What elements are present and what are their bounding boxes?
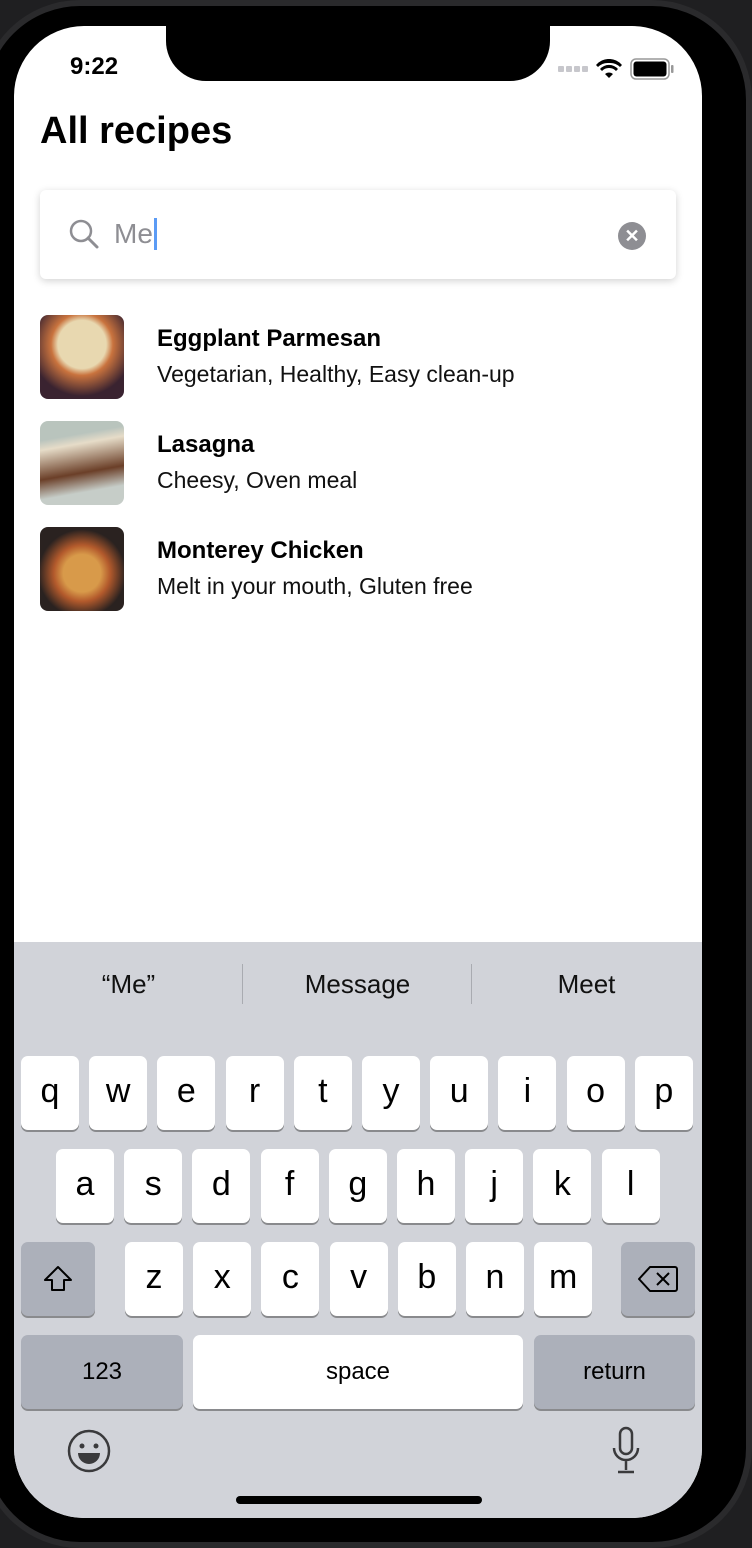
key-c[interactable]: c <box>261 1242 320 1316</box>
key-x[interactable]: x <box>193 1242 252 1316</box>
key-h[interactable]: h <box>397 1149 455 1223</box>
screen: 9:22 All recipes Me ✕ Eggplant Parmesan … <box>14 26 702 1518</box>
key-l[interactable]: l <box>601 1149 660 1223</box>
key-e[interactable]: e <box>157 1056 216 1130</box>
space-key[interactable]: space <box>193 1335 523 1409</box>
recipe-tags: Melt in your mouth, Gluten free <box>157 573 473 599</box>
wifi-icon <box>596 59 622 78</box>
key-i[interactable]: i <box>498 1056 557 1130</box>
backspace-key[interactable] <box>621 1242 695 1316</box>
key-y[interactable]: y <box>362 1056 420 1130</box>
emoji-icon[interactable] <box>66 1428 112 1474</box>
shift-key[interactable] <box>21 1242 95 1316</box>
signal-icon <box>558 66 588 72</box>
key-n[interactable]: n <box>466 1242 524 1316</box>
key-m[interactable]: m <box>534 1242 593 1316</box>
recipe-tags: Cheesy, Oven meal <box>157 467 358 493</box>
key-d[interactable]: d <box>192 1149 251 1223</box>
key-s[interactable]: s <box>124 1149 183 1223</box>
key-r[interactable]: r <box>225 1056 284 1130</box>
list-item[interactable]: Lasagna Cheesy, Oven meal <box>40 421 680 505</box>
keyboard: “Me” Message Meet qwertyuiop asdfghjkl zxc… <box>14 942 702 1518</box>
notch <box>166 26 550 81</box>
key-a[interactable]: a <box>56 1149 114 1223</box>
recipe-name: Eggplant Parmesan <box>157 325 382 352</box>
recipe-thumbnail <box>40 315 124 399</box>
key-t[interactable]: t <box>293 1056 352 1130</box>
clear-icon[interactable]: ✕ <box>618 222 646 250</box>
search-input[interactable]: Me ✕ <box>40 190 676 279</box>
key-q[interactable]: q <box>21 1056 79 1130</box>
list-item[interactable]: Eggplant Parmesan Vegetarian, Healthy, E… <box>40 315 680 399</box>
numbers-key[interactable]: 123 <box>21 1335 183 1409</box>
microphone-icon[interactable] <box>610 1426 642 1476</box>
home-indicator <box>236 1496 482 1504</box>
backspace-icon <box>638 1266 678 1292</box>
shift-icon <box>44 1266 72 1291</box>
recipe-thumbnail <box>40 527 124 611</box>
suggestion[interactable]: Message <box>243 942 472 1026</box>
return-key[interactable]: return <box>534 1335 695 1409</box>
key-f[interactable]: f <box>260 1149 319 1223</box>
key-p[interactable]: p <box>634 1056 693 1130</box>
search-text[interactable]: Me <box>114 218 157 250</box>
key-j[interactable]: j <box>465 1149 524 1223</box>
recipe-name: Lasagna <box>157 431 255 458</box>
key-z[interactable]: z <box>125 1242 183 1316</box>
battery-icon <box>630 58 674 80</box>
key-b[interactable]: b <box>397 1242 456 1316</box>
status-time: 9:22 <box>70 53 119 80</box>
recipe-tags: Vegetarian, Healthy, Easy clean-up <box>157 361 515 387</box>
key-u[interactable]: u <box>430 1056 489 1130</box>
key-o[interactable]: o <box>566 1056 625 1130</box>
suggestion[interactable]: Meet <box>472 942 701 1026</box>
key-k[interactable]: k <box>533 1149 592 1223</box>
search-icon <box>69 219 99 249</box>
key-w[interactable]: w <box>89 1056 148 1130</box>
key-v[interactable]: v <box>329 1242 388 1316</box>
list-item[interactable]: Monterey Chicken Melt in your mouth, Glu… <box>40 527 680 611</box>
recipe-name: Monterey Chicken <box>157 537 364 564</box>
suggestion[interactable]: “Me” <box>14 942 243 1026</box>
key-g[interactable]: g <box>328 1149 387 1223</box>
status-icons <box>558 58 674 80</box>
recipe-thumbnail <box>40 421 124 505</box>
page-title: All recipes <box>40 110 233 152</box>
